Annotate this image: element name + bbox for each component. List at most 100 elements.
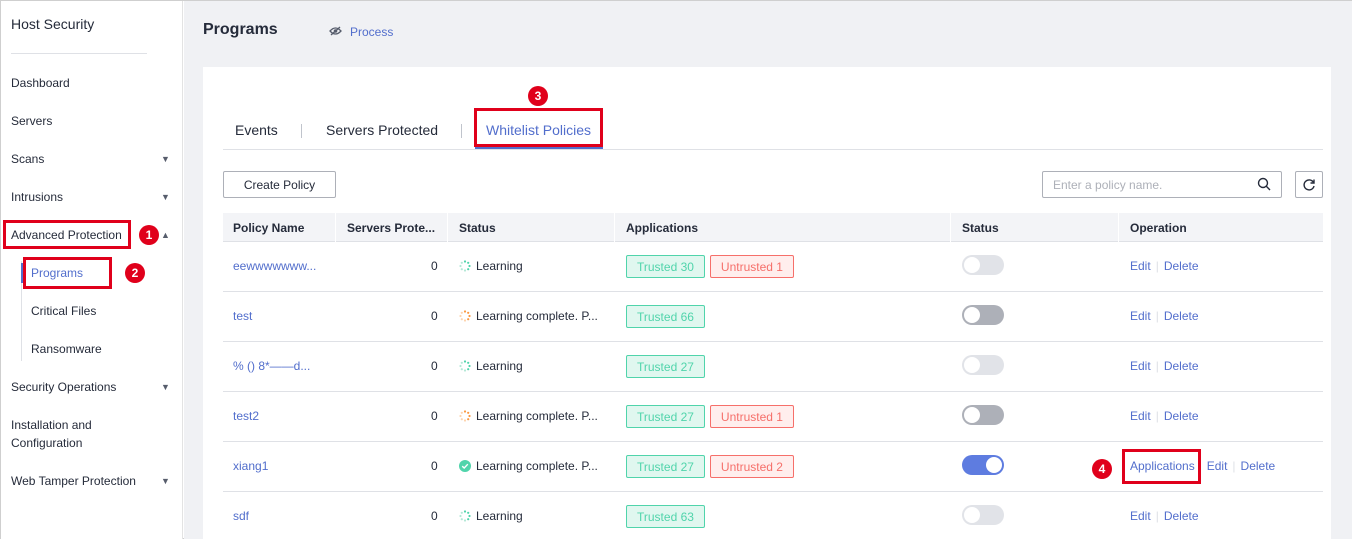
toggle-knob <box>964 407 980 423</box>
sidebar-item-servers[interactable]: Servers <box>11 112 52 130</box>
tab-servers-protected[interactable]: Servers Protected <box>326 122 438 138</box>
chevron-down-icon[interactable]: ▼ <box>161 192 170 202</box>
delete-link[interactable]: Delete <box>1241 459 1276 473</box>
tab-separator <box>461 124 462 138</box>
policy-status-toggle <box>962 255 1004 275</box>
chevron-down-icon[interactable]: ▼ <box>161 476 170 486</box>
policy-name-link[interactable]: sdf <box>233 509 249 523</box>
edit-link[interactable]: Edit <box>1207 459 1228 473</box>
application-tags: Trusted 27 Untrusted 2 <box>626 455 794 478</box>
refresh-icon <box>1303 178 1315 191</box>
sidebar-item-scans[interactable]: Scans <box>11 150 44 168</box>
edit-link[interactable]: Edit <box>1130 309 1151 323</box>
column-header: Operation <box>1130 221 1187 235</box>
edit-link[interactable]: Edit <box>1130 359 1151 373</box>
toggle-knob <box>964 507 980 523</box>
policy-name-link[interactable]: eewwwwwww... <box>233 259 316 273</box>
learning-status: Learning <box>459 509 523 523</box>
column-header: Status <box>962 221 999 235</box>
sidebar-item-critical-files[interactable]: Critical Files <box>31 302 96 320</box>
page-title: Programs <box>203 21 278 38</box>
column-separator <box>614 213 615 242</box>
policy-name-link[interactable]: test2 <box>233 409 259 423</box>
policy-status-toggle[interactable] <box>962 405 1004 425</box>
sidebar-item-web-tamper[interactable]: Web Tamper Protection <box>11 472 136 490</box>
policy-name-link[interactable]: test <box>233 309 252 323</box>
tab-bar: Events Servers Protected Whitelist Polic… <box>223 112 1323 150</box>
sidebar-item-security-operations[interactable]: Security Operations <box>11 378 116 396</box>
column-separator <box>335 213 336 242</box>
create-policy-button[interactable]: Create Policy <box>223 171 336 198</box>
status-text: Learning <box>476 359 523 373</box>
search-placeholder: Enter a policy name. <box>1053 177 1163 192</box>
table-header: Policy Name Servers Prote... Status Appl… <box>223 213 1323 242</box>
callout-badge-2: 2 <box>125 263 145 283</box>
status-text: Learning complete. P... <box>476 409 598 423</box>
toggle-knob <box>964 307 980 323</box>
edit-link[interactable]: Edit <box>1130 259 1151 273</box>
search-icon[interactable] <box>1257 177 1271 191</box>
status-text: Learning complete. P... <box>476 459 598 473</box>
toggle-knob <box>986 457 1002 473</box>
column-separator <box>950 213 951 242</box>
policy-status-toggle[interactable] <box>962 455 1004 475</box>
delete-link[interactable]: Delete <box>1164 259 1199 273</box>
policy-status-toggle <box>962 505 1004 525</box>
chevron-down-icon[interactable]: ▼ <box>161 382 170 392</box>
servers-count: 0 <box>431 259 438 273</box>
status-icon <box>459 360 471 372</box>
trusted-tag: Trusted 27 <box>626 355 705 378</box>
op-separator: | <box>1155 309 1159 323</box>
sidebar-item-installation[interactable]: Installation and Configuration <box>11 416 121 452</box>
status-icon <box>459 310 471 322</box>
delete-link[interactable]: Delete <box>1164 409 1199 423</box>
process-link[interactable]: Process <box>329 25 393 39</box>
sidebar-item-intrusions[interactable]: Intrusions <box>11 188 63 206</box>
op-separator: | <box>1232 459 1236 473</box>
learning-status: Learning complete. P... <box>459 409 598 423</box>
highlight-programs <box>23 257 112 289</box>
refresh-button[interactable] <box>1295 171 1323 198</box>
learning-status: Learning complete. P... <box>459 309 598 323</box>
edit-link[interactable]: Edit <box>1130 509 1151 523</box>
status-text: Learning complete. P... <box>476 309 598 323</box>
status-icon <box>459 410 471 422</box>
policy-table: Policy Name Servers Prote... Status Appl… <box>223 213 1323 539</box>
column-header: Status <box>459 221 496 235</box>
learning-status: Learning <box>459 359 523 373</box>
sidebar-item-dashboard[interactable]: Dashboard <box>11 74 70 92</box>
servers-count: 0 <box>431 359 438 373</box>
chevron-down-icon[interactable]: ▼ <box>161 154 170 164</box>
delete-link[interactable]: Delete <box>1164 359 1199 373</box>
servers-count: 0 <box>431 409 438 423</box>
table-row: test 0 Learning complete. P... Trusted 66 Ed… <box>223 292 1323 342</box>
delete-link[interactable]: Delete <box>1164 309 1199 323</box>
delete-link[interactable]: Delete <box>1164 509 1199 523</box>
application-tags: Trusted 63 <box>626 505 705 528</box>
sidebar-divider <box>11 53 147 54</box>
chevron-up-icon[interactable]: ▲ <box>161 230 170 240</box>
status-icon <box>459 460 471 472</box>
sidebar-title: Host Security <box>11 16 95 32</box>
op-separator: | <box>1155 259 1159 273</box>
operation-links: Edit | Delete <box>1130 359 1199 373</box>
policy-name-link[interactable]: % () 8*——d... <box>233 359 310 373</box>
toggle-knob <box>964 257 980 273</box>
policy-name-link[interactable]: xiang1 <box>233 459 268 473</box>
servers-count: 0 <box>431 309 438 323</box>
operation-links: Edit | Delete <box>1130 259 1199 273</box>
sidebar-item-ransomware[interactable]: Ransomware <box>31 340 102 358</box>
policy-status-toggle[interactable] <box>962 305 1004 325</box>
policy-search-input[interactable]: Enter a policy name. <box>1042 171 1282 198</box>
column-header: Policy Name <box>233 221 305 235</box>
application-tags: Trusted 66 <box>626 305 705 328</box>
application-tags: Trusted 27 Untrusted 1 <box>626 405 794 428</box>
highlight-applications <box>1122 449 1201 484</box>
status-text: Learning <box>476 509 523 523</box>
tab-events[interactable]: Events <box>235 122 278 138</box>
edit-link[interactable]: Edit <box>1130 409 1151 423</box>
highlight-advanced-protection <box>3 220 131 249</box>
operation-links: Edit | Delete <box>1130 409 1199 423</box>
untrusted-tag: Untrusted 1 <box>709 405 794 428</box>
untrusted-tag: Untrusted 2 <box>709 455 794 478</box>
